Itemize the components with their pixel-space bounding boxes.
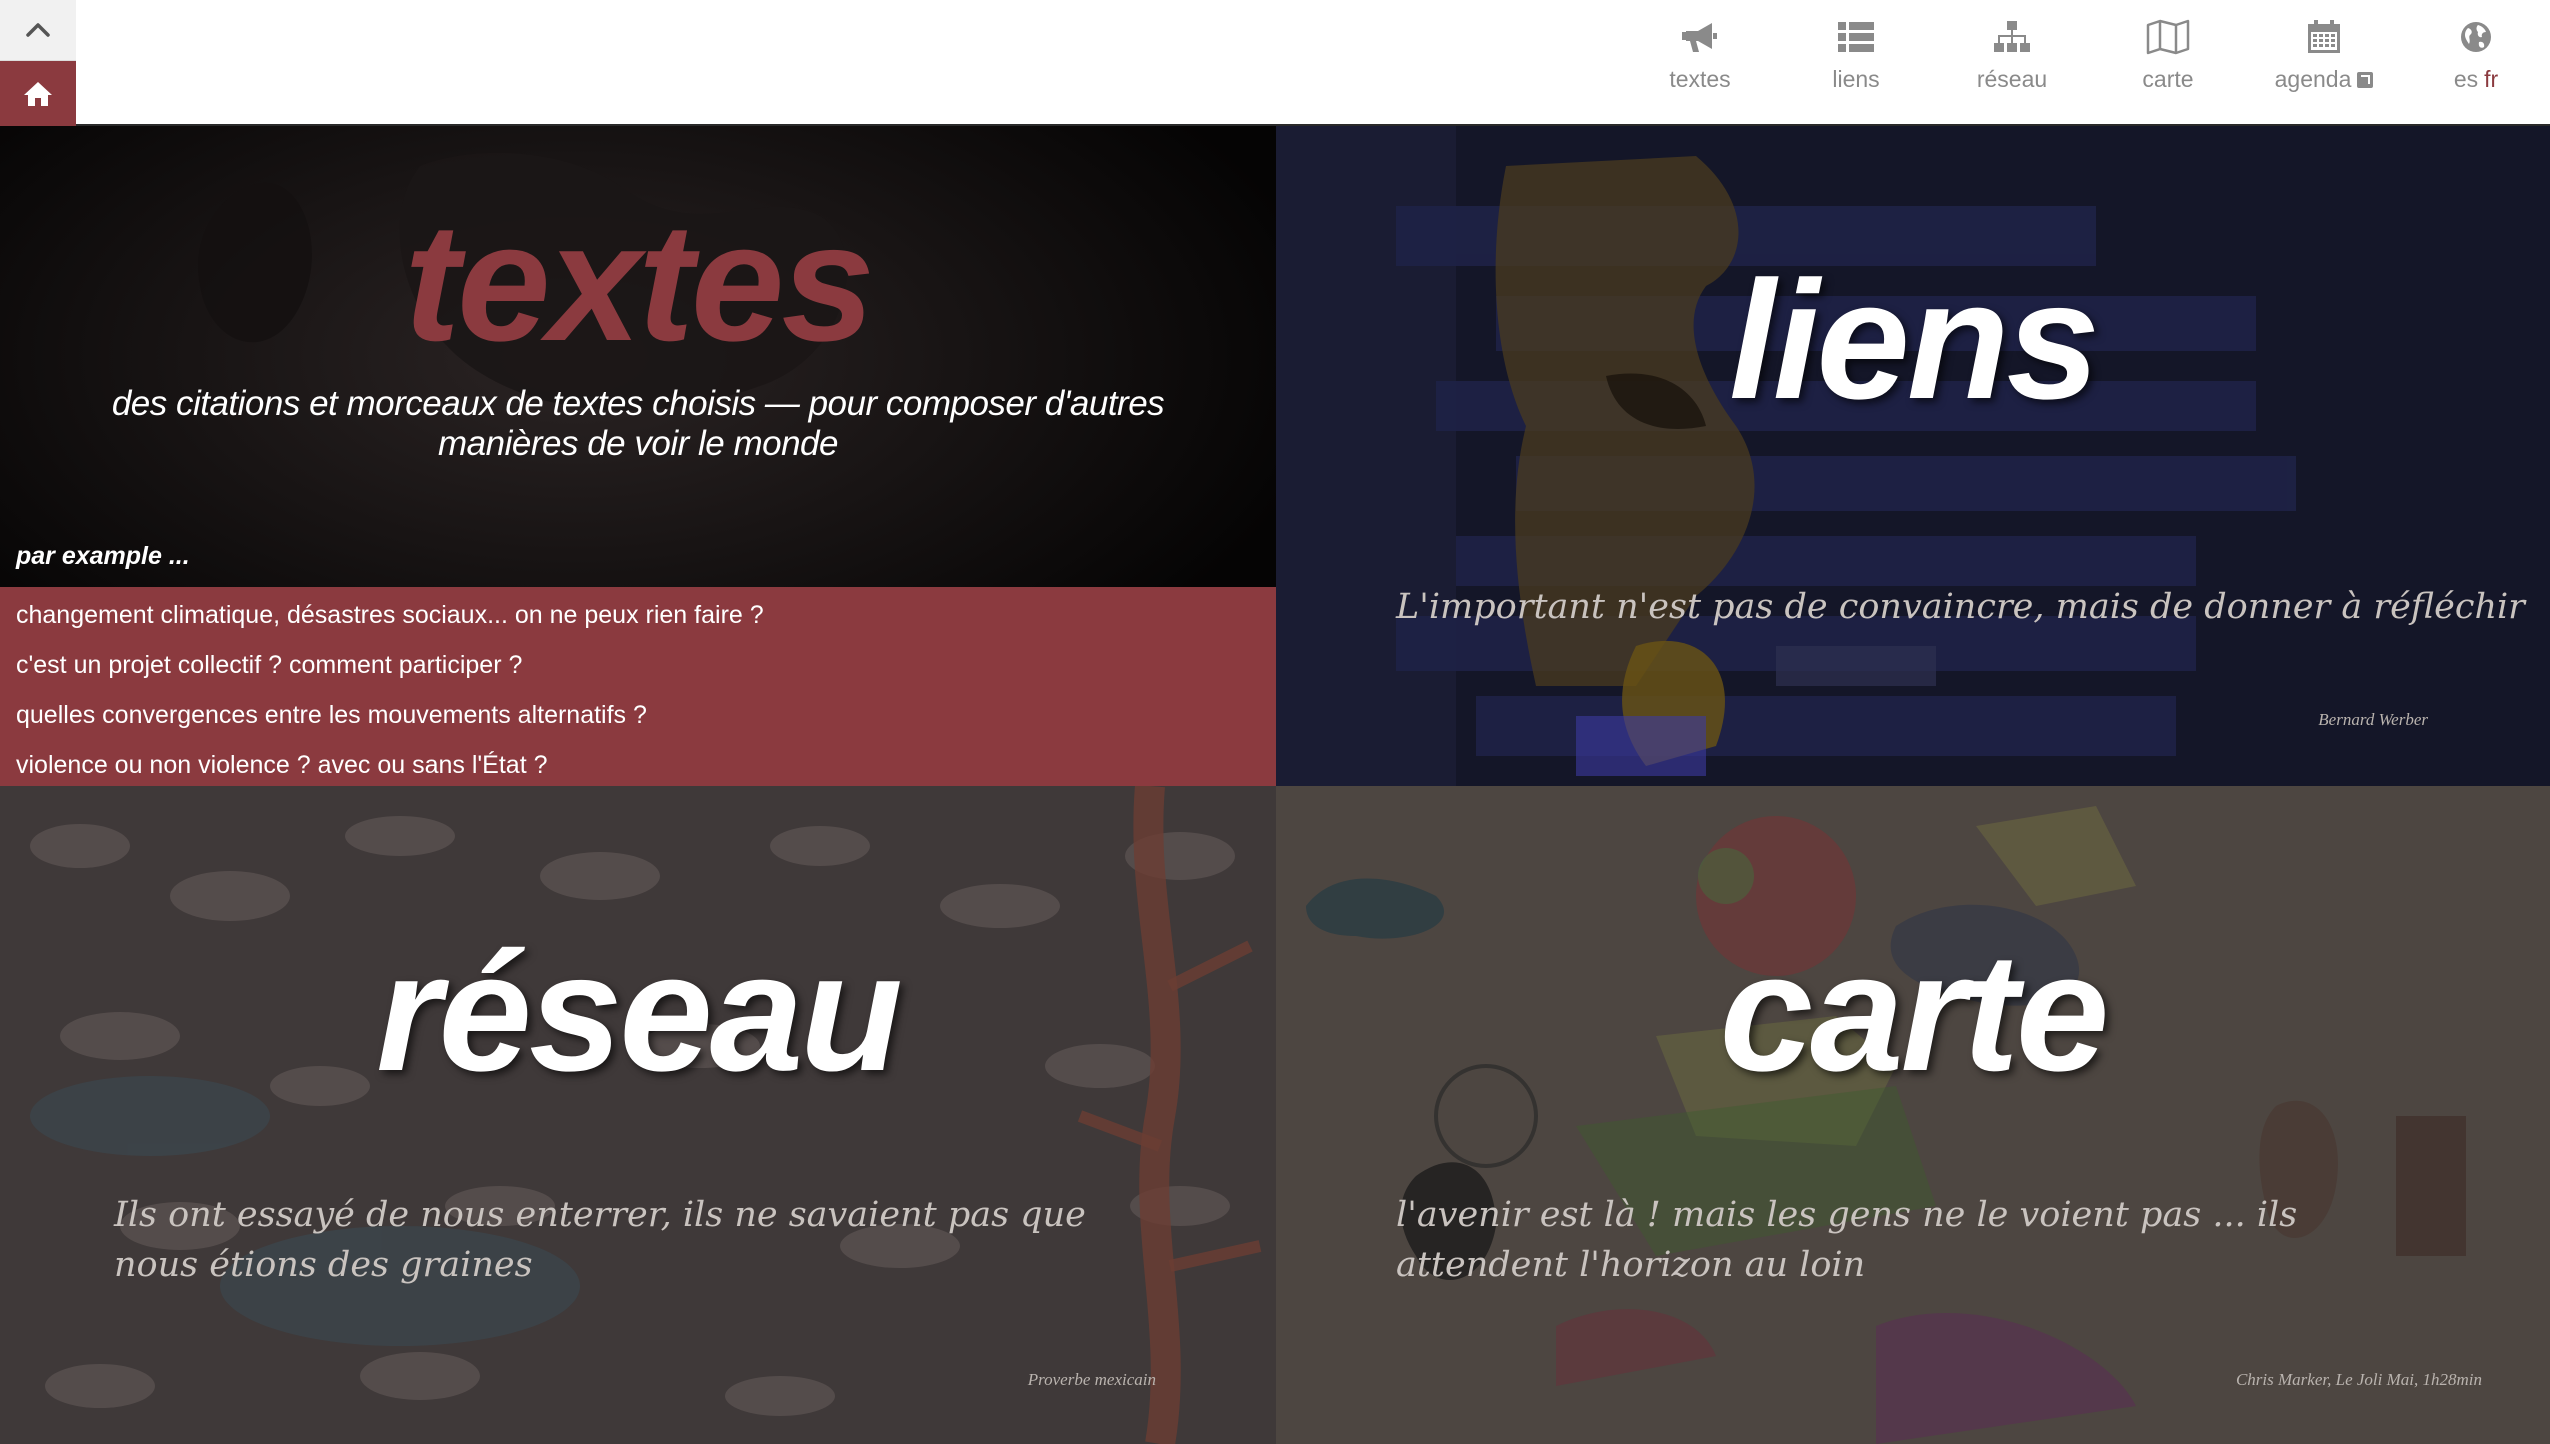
reseau-quote-author: Proverbe mexicain [1027,1370,1156,1389]
top-navbar: textes liens réseau carte agenda es fr [0,0,2550,126]
reseau-title[interactable]: réseau [0,916,1276,1109]
nav-item-carte[interactable]: carte [2090,0,2246,124]
liens-quote: L'important n'est pas de convaincre, mai… [1396,587,2525,627]
textes-title[interactable]: textes [0,186,1276,379]
calendar-icon [2308,20,2340,53]
sitemap-icon [1994,21,2030,52]
liens-title[interactable]: liens [1276,244,2550,437]
carte-title[interactable]: carte [1276,916,2550,1109]
question-link-convergences[interactable]: quelles convergences entre les mouvement… [0,691,1276,741]
map-icon [2146,19,2190,55]
nav-label-agenda: agenda [2274,66,2352,92]
carte-quote: l'avenir est là ! mais les gens ne le vo… [1396,1195,2298,1285]
collapse-button[interactable] [0,0,76,61]
nav-item-textes[interactable]: textes [1622,0,1778,124]
lang-es[interactable]: es [2454,66,2478,93]
megaphone-icon [1682,23,1717,52]
question-link-climate[interactable]: changement climatique, désastres sociaux… [0,591,1276,641]
home-icon [24,81,52,106]
reseau-quote: Ils ont essayé de nous enterrer, ils ne … [114,1195,1086,1285]
nav-item-agenda[interactable]: agenda [2246,0,2402,124]
reseau-background-image [0,786,1276,1444]
panel-carte[interactable]: carte l'avenir est là ! mais les gens ne… [1276,786,2550,1444]
nav-label-liens: liens [1832,66,1880,92]
globe-icon [2461,22,2491,52]
nav-label-agenda-wrap: agenda [2275,66,2374,93]
question-list: changement climatique, désastres sociaux… [0,587,1276,786]
nav-item-language: es fr [2402,0,2550,124]
question-link-violence[interactable]: violence ou non violence ? avec ou sans … [0,741,1276,786]
main-nav: textes liens réseau carte agenda es fr [1622,0,2550,124]
left-tabs [0,0,76,126]
chevron-up-icon [26,23,50,37]
language-switcher: es fr [2454,66,2498,93]
nav-label-textes: textes [1669,66,1731,92]
textes-subtitle: des citations et morceaux de textes choi… [111,384,1165,463]
liens-background-image [1276,126,2550,786]
panel-textes[interactable]: textes des citations et morceaux de text… [0,126,1276,786]
lang-fr[interactable]: fr [2484,66,2498,93]
list-icon [1838,22,1874,52]
example-label: par example ... [16,542,190,570]
carte-quote-author: Chris Marker, Le Joli Mai, 1h28min [2235,1370,2482,1389]
nav-item-reseau[interactable]: réseau [1934,0,2090,124]
external-link-icon [2357,71,2374,88]
panel-reseau[interactable]: réseau Ils ont essayé de nous enterrer, … [0,786,1276,1444]
carte-background-image [1276,786,2550,1444]
panel-liens[interactable]: liens L'important n'est pas de convaincr… [1276,126,2550,786]
home-button[interactable] [0,61,76,126]
question-link-collective[interactable]: c'est un projet collectif ? comment part… [0,641,1276,691]
nav-item-liens[interactable]: liens [1778,0,1934,124]
liens-quote-author: Bernard Werber [2318,710,2428,729]
nav-label-reseau: réseau [1976,66,2048,92]
nav-label-carte: carte [2142,66,2194,92]
